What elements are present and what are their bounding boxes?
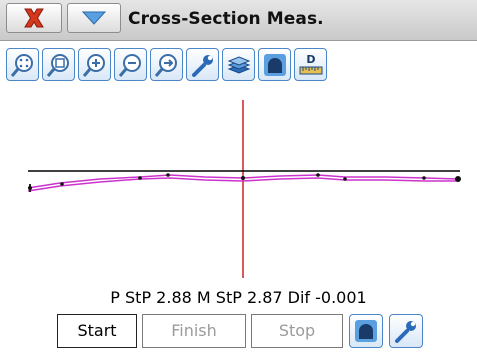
layers-button[interactable]	[222, 48, 255, 81]
zoom-out-button[interactable]	[114, 48, 147, 81]
settings-wrench-icon	[395, 321, 416, 343]
zoom-window-icon	[46, 54, 69, 77]
start-button[interactable]: Start	[57, 314, 137, 348]
zoom-out-icon	[118, 54, 141, 77]
close-x-icon	[24, 8, 44, 28]
measured-point	[28, 186, 32, 190]
stop-button[interactable]: Stop	[251, 314, 343, 348]
zoom-in-icon	[82, 54, 105, 77]
measured-point	[455, 176, 461, 182]
close-button[interactable]	[6, 3, 62, 33]
measured-point	[422, 176, 426, 180]
tunnel-profile-button[interactable]	[258, 48, 291, 81]
pan-button[interactable]	[150, 48, 183, 81]
measured-point	[343, 177, 347, 181]
measurement-readout: P StP 2.88 M StP 2.87 Dif -0.001	[110, 288, 367, 307]
layers-icon	[227, 56, 251, 74]
window-title: Cross-Section Meas.	[128, 9, 324, 29]
measured-point	[166, 173, 170, 177]
settings-small-button[interactable]	[389, 314, 423, 348]
zoom-extents-button[interactable]	[6, 48, 39, 81]
cross-section-canvas[interactable]	[0, 84, 477, 284]
svg-text:D: D	[306, 53, 315, 66]
tunnel-profile-small-button[interactable]	[349, 314, 383, 348]
measured-point	[241, 176, 245, 180]
tunnel-profile-icon	[355, 320, 377, 342]
toolbar: D	[6, 48, 346, 84]
settings-button[interactable]	[186, 48, 219, 81]
menu-dropdown-button[interactable]	[67, 3, 121, 33]
zoom-in-button[interactable]	[78, 48, 111, 81]
tunnel-profile-icon	[264, 54, 286, 76]
pan-icon	[154, 54, 177, 77]
measure-distance-icon: D	[299, 53, 323, 75]
settings-wrench-icon	[192, 55, 213, 77]
zoom-window-button[interactable]	[42, 48, 75, 81]
measure-distance-button[interactable]: D	[294, 48, 327, 81]
title-bar: Cross-Section Meas.	[0, 0, 477, 41]
dropdown-triangle-icon	[81, 11, 107, 25]
measured-point	[316, 173, 320, 177]
measured-point	[60, 182, 64, 186]
finish-button[interactable]: Finish	[142, 314, 246, 348]
zoom-extents-icon	[10, 54, 33, 77]
measured-point	[138, 176, 142, 180]
